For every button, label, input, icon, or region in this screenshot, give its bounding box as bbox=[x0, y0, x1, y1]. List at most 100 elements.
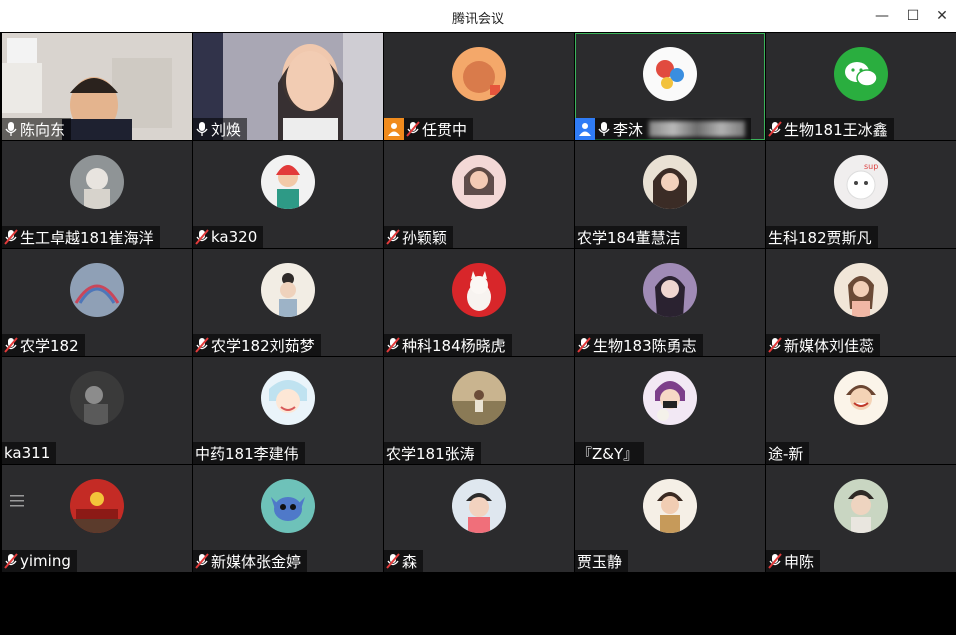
participant-label: ka320 bbox=[193, 226, 264, 248]
participant-tile[interactable]: 贾玉静 bbox=[575, 465, 765, 572]
avatar bbox=[261, 155, 315, 209]
participant-tile[interactable]: 生物183陈勇志 bbox=[575, 249, 765, 356]
mic-muted-icon bbox=[195, 228, 209, 246]
participant-name: 途-新 bbox=[768, 444, 804, 463]
participant-tile[interactable]: 农学182 bbox=[2, 249, 192, 356]
avatar bbox=[834, 263, 888, 317]
avatar bbox=[70, 479, 124, 533]
avatar: sup bbox=[834, 155, 888, 209]
participant-name: yiming bbox=[20, 552, 71, 570]
avatar bbox=[452, 47, 506, 101]
participant-name: 农学181张涛 bbox=[386, 444, 475, 463]
avatar bbox=[834, 479, 888, 533]
participant-tile[interactable]: 种科184杨晓虎 bbox=[384, 249, 574, 356]
avatar bbox=[643, 263, 697, 317]
mic-muted-icon bbox=[386, 228, 400, 246]
host-icon bbox=[384, 118, 404, 140]
participant-label: 生工卓越181崔海洋 bbox=[2, 226, 160, 248]
avatar bbox=[70, 155, 124, 209]
participant-label: 生科182贾斯凡 bbox=[766, 226, 878, 248]
avatar bbox=[452, 479, 506, 533]
minimize-button[interactable]: — bbox=[870, 6, 894, 26]
participant-tile[interactable]: 途-新 bbox=[766, 357, 956, 464]
participant-label: 『Z&Y』 bbox=[575, 442, 645, 464]
participant-name: 中药181李建伟 bbox=[195, 444, 299, 463]
participant-tile[interactable]: ka320 bbox=[193, 141, 383, 248]
avatar bbox=[452, 371, 506, 425]
participant-tile[interactable]: 『Z&Y』 bbox=[575, 357, 765, 464]
participant-tile[interactable]: 新媒体刘佳蕊 bbox=[766, 249, 956, 356]
avatar bbox=[261, 263, 315, 317]
participant-tile[interactable]: 申陈 bbox=[766, 465, 956, 572]
mic-muted-icon bbox=[386, 336, 400, 354]
mic-muted-icon bbox=[4, 228, 18, 246]
mic-muted-icon bbox=[386, 552, 400, 570]
participant-tile[interactable]: 农学181张涛 bbox=[384, 357, 574, 464]
participant-tile[interactable]: ka311 bbox=[2, 357, 192, 464]
participant-label: 新媒体张金婷 bbox=[193, 550, 308, 572]
mic-muted-icon bbox=[195, 336, 209, 354]
avatar bbox=[834, 371, 888, 425]
participant-label: 申陈 bbox=[766, 550, 821, 572]
mic-muted-icon bbox=[4, 552, 18, 570]
participant-label: 农学182刘茹梦 bbox=[193, 334, 321, 356]
participant-tile[interactable]: sup 生科182贾斯凡 bbox=[766, 141, 956, 248]
participant-label: 生物181王冰鑫 bbox=[766, 118, 894, 140]
participant-tile[interactable]: 陈向东 bbox=[2, 33, 192, 140]
participant-label: 农学184董慧洁 bbox=[575, 226, 687, 248]
participant-label: 途-新 bbox=[766, 442, 810, 464]
participant-label: 森 bbox=[384, 550, 424, 572]
participant-name: 李沐 bbox=[613, 120, 644, 139]
participant-tile-active-speaker[interactable]: 李沐 bbox=[575, 33, 765, 140]
participant-label: 中药181李建伟 bbox=[193, 442, 305, 464]
mic-muted-icon bbox=[577, 336, 591, 354]
participant-label: 贾玉静 bbox=[575, 550, 629, 572]
participant-tile[interactable]: 刘焕 bbox=[193, 33, 383, 140]
mic-muted-icon bbox=[768, 120, 782, 138]
mic-muted-icon bbox=[768, 552, 782, 570]
avatar bbox=[261, 479, 315, 533]
participant-tile[interactable]: 中药181李建伟 bbox=[193, 357, 383, 464]
mic-muted-icon bbox=[4, 336, 18, 354]
participant-name: 生科182贾斯凡 bbox=[768, 228, 872, 247]
participant-name: 种科184杨晓虎 bbox=[402, 336, 506, 355]
participant-tile[interactable]: yiming bbox=[2, 465, 192, 572]
avatar bbox=[452, 155, 506, 209]
participant-tile[interactable]: 任贯中 bbox=[384, 33, 574, 140]
participant-grid: 陈向东 刘焕 任贯中 李沐 生物181王冰鑫 生工卓越181崔海洋 ka320 … bbox=[2, 33, 956, 573]
mic-muted-icon bbox=[406, 120, 420, 138]
participant-name: 生工卓越181崔海洋 bbox=[20, 228, 154, 247]
participant-tile[interactable]: 农学182刘茹梦 bbox=[193, 249, 383, 356]
wechat-avatar bbox=[834, 47, 888, 101]
participant-tile[interactable]: 生工卓越181崔海洋 bbox=[2, 141, 192, 248]
participant-name: 森 bbox=[402, 552, 418, 571]
participant-label: 新媒体刘佳蕊 bbox=[766, 334, 881, 356]
participant-tile[interactable]: 农学184董慧洁 bbox=[575, 141, 765, 248]
participant-tile[interactable]: 孙颖颖 bbox=[384, 141, 574, 248]
redacted-text bbox=[649, 121, 746, 137]
participant-name: 任贯中 bbox=[422, 120, 468, 139]
participant-tile[interactable]: 森 bbox=[384, 465, 574, 572]
participant-name: 孙颖颖 bbox=[402, 228, 448, 247]
participant-label: 孙颖颖 bbox=[384, 226, 454, 248]
participant-tile[interactable]: 新媒体张金婷 bbox=[193, 465, 383, 572]
participant-label: 农学181张涛 bbox=[384, 442, 481, 464]
mic-muted-icon bbox=[768, 336, 782, 354]
maximize-button[interactable]: ☐ bbox=[901, 6, 925, 26]
participant-label: 刘焕 bbox=[193, 118, 248, 140]
participant-name: ka320 bbox=[211, 228, 258, 246]
participant-label: 生物183陈勇志 bbox=[575, 334, 703, 356]
mic-on-icon bbox=[597, 120, 611, 138]
avatar bbox=[643, 155, 697, 209]
close-button[interactable]: ✕ bbox=[930, 6, 954, 26]
participant-name: 陈向东 bbox=[20, 120, 66, 139]
participant-label: 李沐 bbox=[575, 118, 752, 140]
list-menu-icon[interactable] bbox=[4, 490, 30, 512]
participant-label: ka311 bbox=[2, 442, 57, 464]
participant-name: 生物181王冰鑫 bbox=[784, 120, 888, 139]
participant-name: 贾玉静 bbox=[577, 552, 623, 571]
participant-label: 陈向东 bbox=[2, 118, 72, 140]
participant-label: 任贯中 bbox=[384, 118, 474, 140]
participant-name: ka311 bbox=[4, 444, 51, 462]
participant-tile[interactable]: 生物181王冰鑫 bbox=[766, 33, 956, 140]
